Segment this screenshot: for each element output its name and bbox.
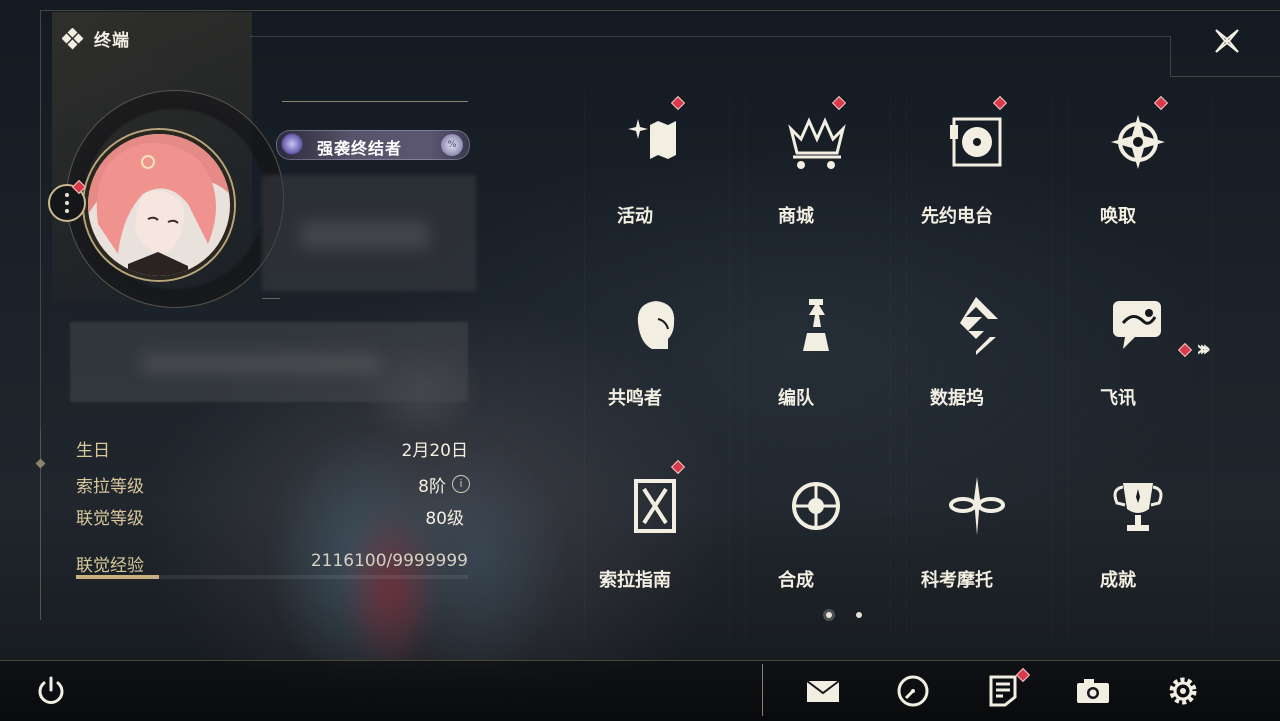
notes-button[interactable]: [984, 667, 1031, 710]
page-dot-1[interactable]: [826, 612, 832, 618]
menu-tile[interactable]: 科考摩托: [906, 456, 1052, 638]
camera-button[interactable]: [1074, 672, 1112, 710]
menu-tile-label: 商城: [778, 206, 814, 227]
trophy-icon: [1088, 464, 1188, 548]
stat-label: 联觉等级: [76, 509, 144, 529]
exp-value: 2116100/9999999: [310, 551, 468, 571]
pink-hair-character-avatar: [88, 134, 230, 276]
camera-icon: [1077, 679, 1109, 703]
guide-book-icon: [605, 464, 705, 548]
notice-icon: [989, 675, 1017, 707]
menu-tile[interactable]: 唤取: [1067, 92, 1213, 274]
timer-button[interactable]: [894, 672, 932, 710]
menu-tile[interactable]: 索拉指南: [584, 456, 730, 638]
menu-tile[interactable]: 编队: [745, 274, 891, 456]
menu-tile[interactable]: 先约电台: [906, 92, 1052, 274]
menu-tile-label: 先约电台: [921, 206, 993, 227]
title-badge-label: 强袭终结者: [317, 139, 403, 158]
terminal-header: 终端: [62, 26, 130, 51]
menu-tile[interactable]: 成就: [1067, 456, 1213, 638]
more-vertical-icon: [65, 191, 69, 215]
menu-tile-label: 活动: [617, 206, 653, 227]
sparkle-flag-icon: [605, 100, 705, 184]
terminal-menu-grid: 活动 商城 先约电台 唤取共鸣者 编队 数据坞 飞讯索拉指南 合成 科考摩托 成就: [584, 92, 1213, 638]
envelope-icon: [806, 680, 840, 702]
bottom-bar-separator: [762, 664, 763, 716]
menu-tile[interactable]: 共鸣者: [584, 274, 730, 456]
menu-tile-label: 成就: [1100, 570, 1136, 591]
menu-tile-label: 索拉指南: [599, 570, 671, 591]
stat-value: 2月20日: [401, 441, 468, 461]
stat-value: 80级: [425, 509, 464, 529]
page-dot-2[interactable]: [856, 612, 862, 618]
stat-sola-level: 索拉等级 8阶 i: [76, 472, 470, 504]
close-button[interactable]: [1208, 22, 1246, 60]
data-dock-icon: [927, 282, 1027, 366]
chat-bubble-icon: [1088, 282, 1188, 366]
menu-tile[interactable]: 数据坞: [906, 274, 1052, 456]
menu-tile-label: 共鸣者: [608, 388, 662, 409]
dragon-emblem-icon: [281, 133, 303, 155]
blurred-signature-area: [70, 322, 468, 402]
chess-piece-icon: [766, 282, 866, 366]
pagination: [826, 612, 862, 618]
menu-tile[interactable]: 合成: [745, 456, 891, 638]
stat-union-level: 联觉等级 80级: [76, 504, 468, 536]
power-icon: [38, 676, 64, 704]
stat-label: 生日: [76, 441, 110, 461]
menu-tile-label: 飞讯: [1100, 388, 1136, 409]
avatar[interactable]: [84, 130, 234, 280]
frame-top-line: [40, 10, 1280, 11]
close-icon: [1215, 29, 1239, 53]
stat-birthday: 生日 2月20日: [76, 436, 468, 472]
menu-tile-label: 科考摩托: [921, 570, 993, 591]
title-divider: [282, 101, 468, 102]
settings-button[interactable]: [1164, 672, 1202, 710]
blurred-name-area: [262, 175, 476, 291]
menu-tile[interactable]: 活动: [584, 92, 730, 274]
stat-label: 索拉等级: [76, 477, 144, 497]
menu-tile-label: 数据坞: [930, 388, 984, 409]
badge-orb-icon: %: [441, 134, 463, 156]
synthesis-circle-icon: [766, 464, 866, 548]
crown-cart-icon: [766, 100, 866, 184]
power-button[interactable]: [34, 674, 68, 708]
menu-tile[interactable]: 商城: [745, 92, 891, 274]
menu-tile-label: 编队: [778, 388, 814, 409]
stat-value: 8阶: [418, 477, 446, 497]
menu-tile-label: 唤取: [1100, 206, 1136, 227]
character-head-icon: [605, 282, 705, 366]
profile-stats: 生日 2月20日 索拉等级 8阶 i 联觉等级 80级: [76, 436, 470, 536]
exp-label: 联觉经验: [76, 556, 144, 576]
gear-icon: [1169, 677, 1197, 705]
next-page-button[interactable]: ›››: [1177, 337, 1211, 362]
compass-star-icon: [1088, 100, 1188, 184]
info-icon[interactable]: i: [452, 475, 470, 493]
profile-divider: [262, 298, 280, 299]
page-title: 终端: [94, 31, 130, 51]
radio-record-icon: [927, 100, 1027, 184]
exp-bar-fill: [76, 575, 159, 579]
menu-tile-label: 合成: [778, 570, 814, 591]
double-chevron-right-icon: ›››: [1196, 337, 1211, 362]
frame-inner-line: [250, 36, 1170, 37]
menu-tile[interactable]: 飞讯: [1067, 274, 1213, 456]
next-page-badge: [1177, 342, 1193, 358]
left-deco-dot: [35, 458, 46, 469]
mail-button[interactable]: [804, 672, 842, 710]
title-badge[interactable]: 强袭终结者 %: [276, 130, 470, 160]
diamond-cluster-icon: [62, 27, 84, 49]
clock-icon: [897, 675, 929, 707]
motorcycle-icon: [927, 464, 1027, 548]
